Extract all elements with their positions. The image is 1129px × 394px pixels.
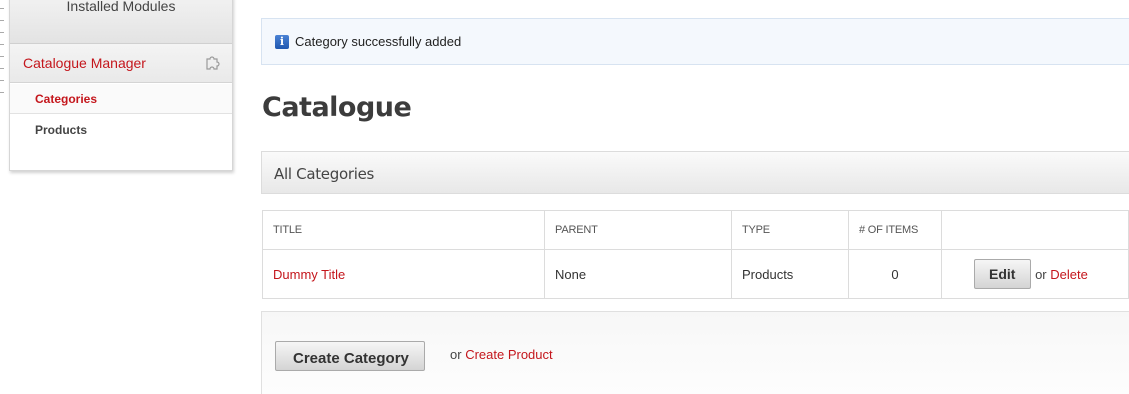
category-title-link[interactable]: Dummy Title (273, 267, 345, 282)
column-header-parent: PARENT (544, 210, 732, 250)
edit-button[interactable]: Edit (974, 259, 1032, 289)
category-type: Products (731, 249, 849, 299)
table-header-row: TITLE PARENT TYPE # OF ITEMS (262, 210, 1129, 250)
actions-panel: Create Category or Create Product (261, 311, 1129, 394)
panel-title: All Categories (274, 165, 375, 183)
panel-header: All Categories (261, 151, 1129, 194)
sidebar-item-catalogue-manager[interactable]: Catalogue Manager (10, 44, 232, 83)
sidebar-item-label: Catalogue Manager (23, 55, 146, 71)
footer-or-group: or Create Product (450, 347, 553, 362)
row-actions: Edit or Delete (941, 249, 1129, 299)
table-row: Dummy Title None Products 0 Edit or Dele… (262, 249, 1129, 299)
column-header-actions (941, 210, 1129, 250)
notice-message: Category successfully added (295, 34, 462, 49)
success-notice: i Category successfully added (261, 18, 1129, 65)
or-separator: or (1035, 267, 1047, 282)
column-header-title: TITLE (262, 210, 545, 250)
column-header-item-count: # OF ITEMS (848, 210, 942, 250)
sidebar-item-label: Products (35, 123, 88, 137)
sidebar-item-categories[interactable]: Categories (10, 84, 232, 114)
category-parent: None (544, 249, 732, 299)
sidebar-item-label: Categories (35, 92, 98, 106)
sidebar-item-installed-modules[interactable]: Installed Modules (10, 0, 232, 44)
create-category-button[interactable]: Create Category (275, 341, 425, 371)
sidebar-item-label: Installed Modules (66, 0, 176, 14)
info-icon: i (275, 35, 289, 49)
sidebar-item-products[interactable]: Products (10, 115, 232, 145)
categories-table: TITLE PARENT TYPE # OF ITEMS Dummy Title… (262, 210, 1129, 299)
delete-link[interactable]: Delete (1050, 267, 1088, 282)
column-header-type: TYPE (731, 210, 849, 250)
category-item-count: 0 (848, 249, 942, 299)
or-separator: or (450, 347, 462, 362)
sidebar: Installed Modules Catalogue Manager Cate… (9, 0, 233, 171)
page-title: Catalogue (262, 92, 412, 123)
create-product-link[interactable]: Create Product (465, 347, 552, 362)
left-edge-marks (0, 0, 6, 120)
puzzle-icon (204, 53, 222, 71)
